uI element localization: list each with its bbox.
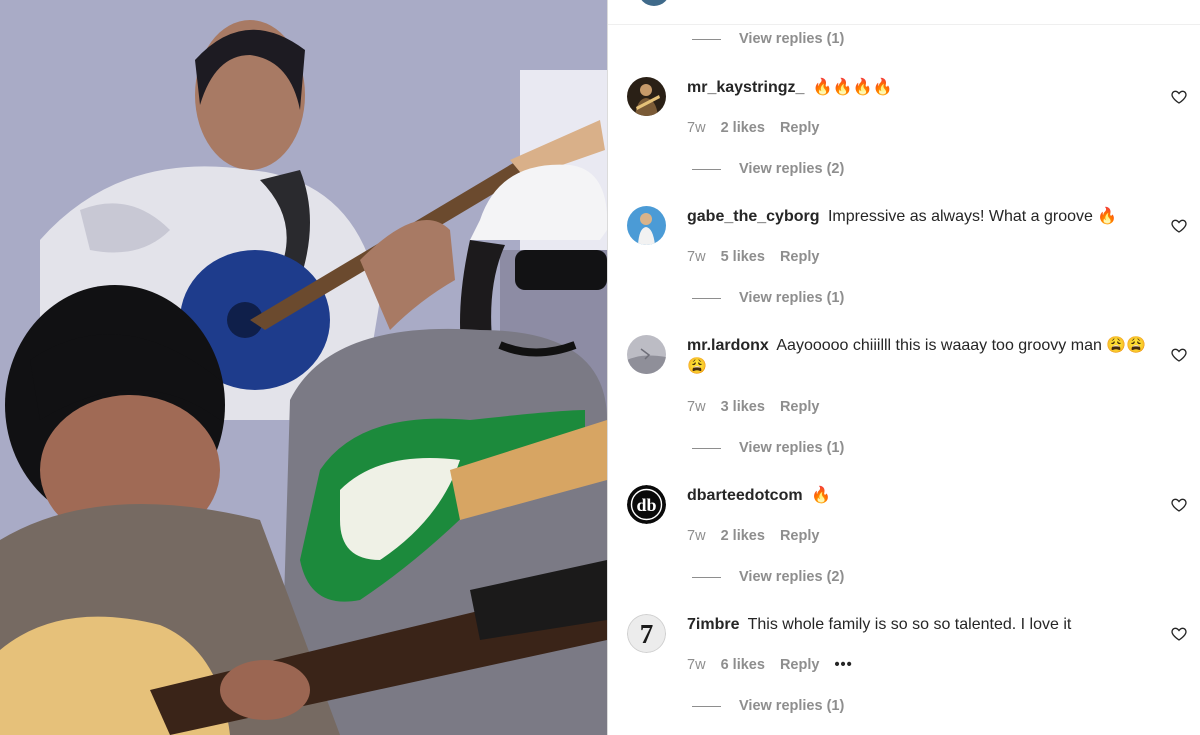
comment-text: 7imbre This whole family is so so so tal… bbox=[687, 614, 1157, 635]
replies-line bbox=[692, 576, 721, 578]
comment-meta: 7w 2 likes Reply bbox=[687, 120, 830, 136]
reply-button[interactable]: Reply bbox=[780, 249, 820, 265]
grey-photo-avatar-icon bbox=[627, 335, 666, 374]
view-replies-toggle[interactable]: View replies (2) bbox=[692, 161, 844, 177]
video-frame-illustration bbox=[0, 0, 607, 735]
view-replies-label: View replies (1) bbox=[739, 440, 845, 456]
comment-text: mr_kaystringz_ 🔥🔥🔥🔥 bbox=[687, 77, 1157, 98]
comment-text: gabe_the_cyborg Impressive as always! Wh… bbox=[687, 206, 1157, 227]
likes-count[interactable]: 6 likes bbox=[721, 657, 765, 673]
comment-item: mr.lardonx Aayooooo chiiilll this is waa… bbox=[608, 335, 1200, 485]
svg-text:db: db bbox=[636, 495, 656, 515]
view-replies-toggle[interactable]: View replies (2) bbox=[692, 569, 844, 585]
like-heart-icon[interactable] bbox=[1171, 347, 1187, 363]
comment-text: dbarteedotcom 🔥 bbox=[687, 485, 1157, 506]
svg-text:7: 7 bbox=[640, 619, 654, 649]
comment-meta: 7w 5 likes Reply bbox=[687, 249, 830, 265]
db-logo-avatar-icon: db bbox=[627, 485, 666, 524]
avatar[interactable] bbox=[627, 77, 666, 116]
view-replies-toggle[interactable]: View replies (1) bbox=[692, 31, 844, 47]
seven-logo-avatar-icon: 7 bbox=[627, 614, 666, 653]
replies-line bbox=[692, 705, 721, 707]
post-video[interactable] bbox=[0, 0, 607, 735]
username-link[interactable]: gabe_the_cyborg bbox=[687, 208, 819, 225]
comment-meta: 7w 3 likes Reply bbox=[687, 399, 830, 415]
reply-button[interactable]: Reply bbox=[780, 528, 820, 544]
view-replies-label: View replies (1) bbox=[739, 698, 845, 714]
view-replies-label: View replies (2) bbox=[739, 569, 845, 585]
reply-button[interactable]: Reply bbox=[780, 120, 820, 136]
view-replies-label: View replies (1) bbox=[739, 290, 845, 306]
divider bbox=[608, 24, 1200, 25]
partial-avatar[interactable] bbox=[638, 0, 670, 6]
timestamp[interactable]: 7w bbox=[687, 528, 706, 544]
likes-count[interactable]: 2 likes bbox=[721, 120, 765, 136]
comment-body: Impressive as always! What a groove 🔥 bbox=[827, 208, 1118, 225]
replies-line bbox=[692, 168, 721, 170]
comment-item: 7 7imbre This whole family is so so so t… bbox=[608, 614, 1200, 735]
view-replies-toggle[interactable]: View replies (1) bbox=[692, 698, 844, 714]
replies-line bbox=[692, 297, 721, 299]
username-link[interactable]: 7imbre bbox=[687, 616, 739, 633]
comment-body: 🔥🔥🔥🔥 bbox=[812, 79, 893, 96]
comment-body: 🔥 bbox=[811, 487, 831, 504]
like-heart-icon[interactable] bbox=[1171, 89, 1187, 105]
comment-meta: 7w 6 likes Reply ••• bbox=[687, 657, 864, 673]
username-link[interactable]: dbarteedotcom bbox=[687, 487, 803, 504]
likes-count[interactable]: 2 likes bbox=[721, 528, 765, 544]
view-replies-label: View replies (2) bbox=[739, 161, 845, 177]
figure-on-blue-avatar-icon bbox=[627, 206, 666, 245]
comment-item: db dbarteedotcom 🔥 7w 2 likes Reply View… bbox=[608, 485, 1200, 613]
reply-button[interactable]: Reply bbox=[780, 399, 820, 415]
comment-meta: 7w 2 likes Reply bbox=[687, 528, 830, 544]
username-link[interactable]: mr_kaystringz_ bbox=[687, 79, 804, 96]
view-replies-toggle[interactable]: View replies (1) bbox=[692, 290, 844, 306]
replies-line bbox=[692, 38, 721, 40]
timestamp[interactable]: 7w bbox=[687, 399, 706, 415]
avatar[interactable] bbox=[627, 335, 666, 374]
replies-line bbox=[692, 447, 721, 449]
username-link[interactable]: mr.lardonx bbox=[687, 337, 769, 354]
avatar[interactable]: 7 bbox=[627, 614, 666, 653]
like-heart-icon[interactable] bbox=[1171, 626, 1187, 642]
comment-item: gabe_the_cyborg Impressive as always! Wh… bbox=[608, 206, 1200, 334]
timestamp[interactable]: 7w bbox=[687, 120, 706, 136]
view-replies-toggle[interactable]: View replies (1) bbox=[692, 440, 844, 456]
comment-text: mr.lardonx Aayooooo chiiilll this is waa… bbox=[687, 335, 1157, 377]
guitarist-avatar-icon bbox=[627, 77, 666, 116]
likes-count[interactable]: 3 likes bbox=[721, 399, 765, 415]
avatar[interactable] bbox=[627, 206, 666, 245]
likes-count[interactable]: 5 likes bbox=[721, 249, 765, 265]
reply-button[interactable]: Reply bbox=[780, 657, 820, 673]
avatar[interactable]: db bbox=[627, 485, 666, 524]
timestamp[interactable]: 7w bbox=[687, 249, 706, 265]
timestamp[interactable]: 7w bbox=[687, 657, 706, 673]
like-heart-icon[interactable] bbox=[1171, 218, 1187, 234]
more-options-icon[interactable]: ••• bbox=[834, 657, 852, 673]
comment-body: This whole family is so so so talented. … bbox=[747, 616, 1072, 633]
comments-panel[interactable]: View replies (1) mr_kaystringz_ 🔥🔥🔥🔥 7w … bbox=[607, 0, 1200, 735]
comment-item: mr_kaystringz_ 🔥🔥🔥🔥 7w 2 likes Reply Vie… bbox=[608, 77, 1200, 205]
like-heart-icon[interactable] bbox=[1171, 497, 1187, 513]
view-replies-label: View replies (1) bbox=[739, 31, 845, 47]
